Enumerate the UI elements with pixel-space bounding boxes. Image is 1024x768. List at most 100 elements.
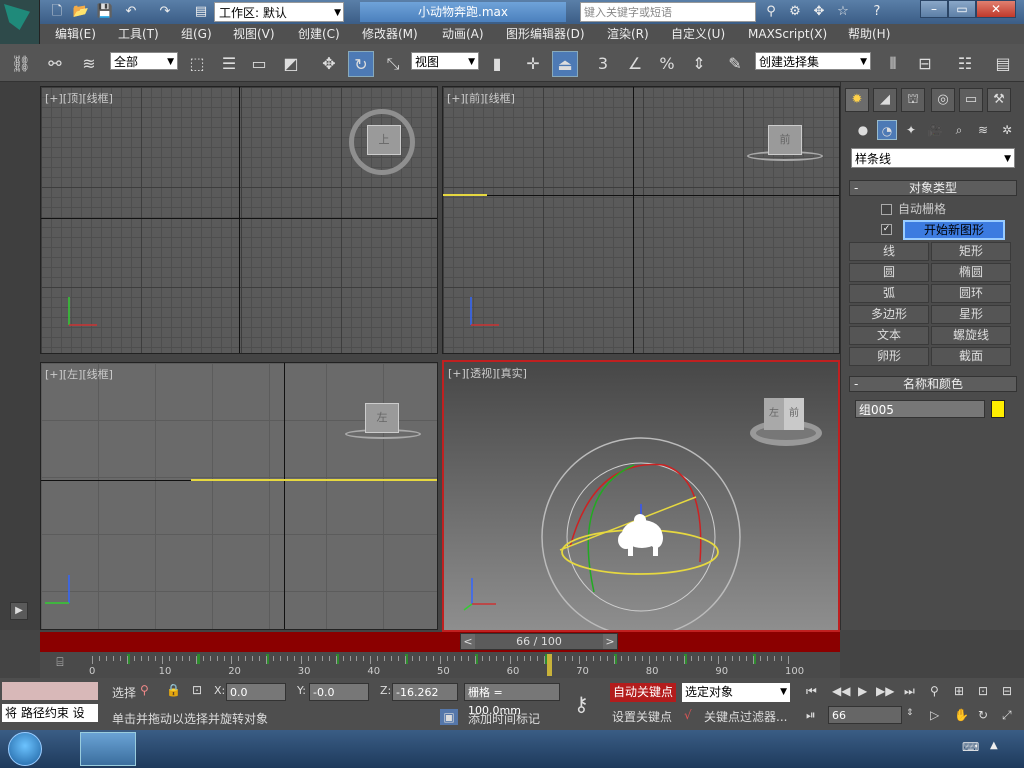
menu-edit[interactable]: 编辑(E) [55, 26, 96, 42]
unlink-icon[interactable]: ⚯ [42, 51, 68, 77]
path-spline[interactable] [191, 479, 437, 481]
angle-snap-icon[interactable]: ∠ [622, 51, 648, 77]
prev-frame-arrow-icon[interactable]: < [461, 634, 475, 649]
taskbar-3dsmax-button[interactable] [80, 732, 136, 766]
next-key-icon[interactable]: ▶▶ [876, 684, 894, 698]
menu-create[interactable]: 创建(C) [298, 26, 340, 42]
y-coordinate-input[interactable]: -0.0 [309, 683, 369, 701]
current-frame-input[interactable]: 66 [828, 706, 902, 724]
tray-arrow-icon[interactable]: ▲ [990, 740, 998, 751]
add-time-tag[interactable]: 添加时间标记 [468, 710, 540, 727]
path-spline[interactable] [443, 194, 487, 196]
shape-helix-button[interactable]: 螺旋线 [931, 326, 1011, 345]
rotate-gizmo[interactable] [444, 362, 840, 632]
play-icon[interactable]: ▶ [858, 684, 867, 698]
keyboard-shortcut-override-icon[interactable]: ⏏ [552, 51, 578, 77]
lock-selection-icon[interactable]: 🔒 [166, 683, 181, 697]
cameras-icon[interactable]: 🎥 [925, 120, 945, 140]
playhead[interactable] [547, 654, 552, 676]
layer-manager-icon[interactable]: ☷ [952, 51, 978, 77]
maxscript-listener-mini[interactable] [2, 682, 98, 700]
select-rotate-icon[interactable]: ↻ [348, 51, 374, 77]
select-object-icon[interactable]: ⬚ [184, 51, 210, 77]
communication-center-icon[interactable]: ⚙ [786, 3, 804, 21]
shapes-icon[interactable]: ◔ [877, 120, 897, 140]
shape-donut-button[interactable]: 圆环 [931, 284, 1011, 303]
select-scale-icon[interactable]: ⤡ [380, 51, 406, 77]
maximize-viewport-icon[interactable]: ⤢ [1002, 708, 1012, 723]
exchange-icon[interactable]: ✥ [810, 3, 828, 21]
category-dropdown[interactable]: 样条线 ▼ [851, 148, 1015, 168]
start-new-shape-button[interactable]: 开始新图形 [903, 220, 1005, 240]
menu-graph-editors[interactable]: 图形编辑器(D) [506, 26, 585, 42]
app-logo[interactable] [0, 0, 40, 44]
shape-ngon-button[interactable]: 多边形 [849, 305, 929, 324]
viewcube-left[interactable]: 左 [365, 403, 399, 433]
goto-end-icon[interactable]: ⏭ [904, 684, 915, 699]
key-mode-icon[interactable]: ⏯ [806, 708, 816, 723]
new-file-icon[interactable]: 🗋 [48, 3, 66, 21]
zoom-extents-all-icon[interactable]: ⊟ [1002, 684, 1012, 698]
binoculars-icon[interactable]: ⚲ [762, 3, 780, 21]
maximize-button[interactable]: ▭ [948, 0, 976, 18]
shape-star-button[interactable]: 星形 [931, 305, 1011, 324]
viewcube-front[interactable]: 前 [768, 125, 802, 155]
z-coordinate-input[interactable]: -16.262 [392, 683, 458, 701]
graphite-tools-icon[interactable]: ▤ [990, 51, 1016, 77]
frame-spinner-icon[interactable]: ⇕ [906, 708, 914, 718]
edit-named-selection-icon[interactable]: ✎ [722, 51, 748, 77]
key-filter-dropdown[interactable]: 选定对象 ▼ [682, 683, 790, 702]
bind-space-warp-icon[interactable]: ≋ [76, 51, 102, 77]
viewport-left[interactable]: [+][左][线框] 左 [40, 362, 438, 630]
help-icon[interactable]: ? [868, 3, 886, 21]
menu-view[interactable]: 视图(V) [233, 26, 275, 42]
motion-tab-icon[interactable]: ◎ [931, 88, 955, 112]
menu-rendering[interactable]: 渲染(R) [607, 26, 649, 42]
menu-group[interactable]: 组(G) [181, 26, 212, 42]
window-crossing-icon[interactable]: ◩ [278, 51, 304, 77]
key-filters-button[interactable]: 关键点过滤器... [704, 708, 787, 725]
keyboard-icon[interactable]: ⌨ [962, 740, 979, 754]
selection-filter-dropdown[interactable]: 全部 ▼ [110, 52, 178, 70]
next-frame-arrow-icon[interactable]: > [603, 634, 617, 649]
menu-help[interactable]: 帮助(H) [848, 26, 890, 42]
name-color-rollout-header[interactable]: - 名称和颜色 [849, 376, 1017, 392]
lights-icon[interactable]: ✦ [901, 120, 921, 140]
open-file-icon[interactable]: 📂 [72, 3, 90, 21]
viewport-label[interactable]: [+][前][线框] [447, 90, 515, 106]
timeline-ruler[interactable]: ⌸ 0 10 20 30 40 50 60 70 80 90 100 [40, 652, 840, 678]
zoom-icon[interactable]: ⚲ [930, 684, 939, 698]
shape-egg-button[interactable]: 卵形 [849, 347, 929, 366]
set-key-button[interactable]: 设置关键点 [612, 708, 672, 725]
isolate-bulb-icon[interactable]: ⚲ [140, 683, 149, 697]
save-file-icon[interactable]: 💾 [96, 3, 114, 21]
shape-rectangle-button[interactable]: 矩形 [931, 242, 1011, 261]
time-track-bar[interactable] [40, 632, 840, 652]
named-selection-dropdown[interactable]: 创建选择集 ▼ [755, 52, 871, 70]
viewcube-top[interactable]: 上 [367, 125, 401, 155]
shape-circle-button[interactable]: 圆 [849, 263, 929, 282]
previous-key-icon[interactable]: ◀◀ [832, 684, 850, 698]
pivot-center-icon[interactable]: ▮ [484, 51, 510, 77]
undo-icon[interactable]: ↶ [122, 3, 140, 21]
display-tab-icon[interactable]: ▭ [959, 88, 983, 112]
snap-toggle-icon[interactable]: 3 [590, 51, 616, 77]
prompt-line[interactable]: 将 路径约束 设 [2, 704, 98, 722]
spinner-snap-icon[interactable]: ⇕ [686, 51, 712, 77]
link-icon[interactable]: ⛓ [8, 51, 34, 77]
menu-maxscript[interactable]: MAXScript(X) [748, 26, 827, 42]
viewport-top[interactable]: [+][顶][线框] 上 [40, 86, 438, 354]
systems-icon[interactable]: ✲ [997, 120, 1017, 140]
modify-tab-icon[interactable]: ◢ [873, 88, 897, 112]
select-by-name-icon[interactable]: ☰ [216, 51, 242, 77]
shape-line-button[interactable]: 线 [849, 242, 929, 261]
auto-grid-row[interactable]: 自动栅格 [881, 200, 946, 217]
geometry-sphere-icon[interactable]: ● [853, 120, 873, 140]
workspace-dropdown[interactable]: 工作区: 默认 ▼ [214, 2, 344, 22]
hierarchy-tab-icon[interactable]: ⛫ [901, 88, 925, 112]
menu-animation[interactable]: 动画(A) [442, 26, 484, 42]
start-button[interactable] [8, 732, 42, 766]
track-view-toggle-icon[interactable]: ⌸ [50, 655, 70, 673]
auto-grid-checkbox[interactable] [881, 204, 892, 215]
x-coordinate-input[interactable]: 0.0 [226, 683, 286, 701]
